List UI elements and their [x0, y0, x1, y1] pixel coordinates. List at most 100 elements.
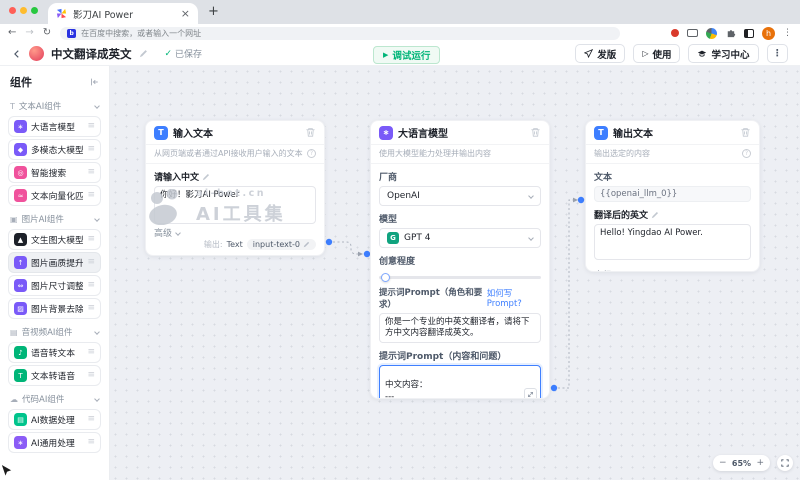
drag-handle-icon[interactable]: ≡	[87, 281, 95, 290]
zoom-in-button[interactable]: +	[756, 458, 764, 468]
sidebar-item-text-vector[interactable]: ≈ 文本向量化匹配 ≡	[8, 185, 101, 206]
sidebar-item-text2image[interactable]: ▲ 文生图大模型 ≡	[8, 229, 101, 250]
window-controls[interactable]	[9, 6, 38, 14]
prompt-help-link[interactable]: 如何写Prompt?	[487, 287, 541, 309]
drag-handle-icon[interactable]: ≡	[87, 122, 95, 131]
image-enhance-icon: ↑	[14, 256, 27, 269]
sidebar-item-llm[interactable]: ∗ 大语言模型 ≡	[8, 116, 101, 137]
new-tab-button[interactable]: +	[208, 4, 219, 19]
section-image-ai[interactable]: ▣ 图片AI组件	[0, 208, 109, 227]
minimize-window-button[interactable]	[20, 6, 27, 14]
publish-button[interactable]: 发版	[575, 44, 626, 63]
forward-icon[interactable]: →	[25, 28, 33, 38]
text-section-icon: T	[10, 101, 15, 111]
browser-tab[interactable]: 影刀AI Power ×	[48, 3, 198, 24]
back-icon[interactable]: ←	[8, 28, 16, 38]
extensions-icon[interactable]	[725, 28, 736, 39]
drag-handle-icon[interactable]: ≡	[87, 145, 95, 154]
debug-run-button[interactable]: ▶ 调试运行	[373, 46, 441, 64]
slider-thumb[interactable]	[381, 273, 390, 282]
smart-search-icon: ◎	[14, 166, 27, 179]
components-sidebar: 组件 T 文本AI组件 ∗ 大语言模型 ≡ ◆ 多模态大模型 ≡ ◎ 智能搜索 …	[0, 66, 110, 480]
prompt-content-field[interactable]: 中文内容： --- {{input_text_0}}	[379, 365, 541, 398]
edit-field-icon[interactable]	[651, 211, 659, 219]
flow-canvas[interactable]: T 输入文本 从网页端或者通过API接收用户输入的文本 ? 请输入中文 你好！影…	[110, 66, 800, 480]
drag-handle-icon[interactable]: ≡	[87, 235, 95, 244]
app-avatar	[29, 46, 44, 61]
advanced-toggle[interactable]: 高级	[154, 226, 316, 239]
sidebar-item-image-resize[interactable]: ⇔ 图片尺寸调整 ≡	[8, 275, 101, 296]
drag-handle-icon[interactable]: ≡	[87, 371, 95, 380]
llm-node-icon: ∗	[379, 125, 393, 140]
delete-node-icon[interactable]	[740, 127, 751, 138]
zoom-out-button[interactable]: −	[719, 458, 727, 468]
ai-general-icon: ∗	[14, 436, 27, 449]
expand-icon[interactable]	[524, 388, 537, 398]
drag-handle-icon[interactable]: ≡	[87, 304, 95, 313]
use-button[interactable]: ▷ 使用	[633, 44, 681, 63]
node-input-text[interactable]: T 输入文本 从网页端或者通过API接收用户输入的文本 ? 请输入中文 你好！影…	[145, 120, 325, 256]
help-icon[interactable]: ?	[742, 149, 751, 158]
advanced-toggle[interactable]: 高级	[594, 268, 751, 271]
edit-field-icon[interactable]	[202, 173, 210, 181]
collapse-sidebar-icon[interactable]	[89, 77, 99, 87]
drag-handle-icon[interactable]: ≡	[87, 438, 95, 447]
drag-handle-icon[interactable]: ≡	[87, 191, 95, 200]
back-button[interactable]	[12, 49, 22, 59]
sidebar-item-ai-data[interactable]: ▤ AI数据处理 ≡	[8, 409, 101, 430]
cast-icon[interactable]	[687, 29, 698, 37]
section-code-ai[interactable]: ☁ 代码AI组件	[0, 388, 109, 407]
address-bar[interactable]: b 在百度中搜索，或者输入一个网址	[60, 26, 621, 40]
tab-close-icon[interactable]: ×	[181, 8, 190, 19]
more-actions-button[interactable]: ⋮	[766, 44, 788, 63]
learning-center-button[interactable]: 学习中心	[688, 44, 759, 63]
drag-handle-icon[interactable]: ≡	[87, 168, 95, 177]
output-source-field[interactable]: {{openai_llm_0}}	[594, 186, 751, 202]
maximize-window-button[interactable]	[31, 6, 38, 14]
extension-badge-icon[interactable]	[706, 27, 717, 39]
sidebar-item-smart-search[interactable]: ◎ 智能搜索 ≡	[8, 162, 101, 183]
section-text-ai[interactable]: T 文本AI组件	[0, 95, 109, 114]
output-variable-pill[interactable]: input-text-0	[246, 239, 316, 250]
text2image-icon: ▲	[14, 233, 27, 246]
connector-dot-input-out[interactable]	[325, 238, 333, 246]
input-text-field[interactable]: 你好！影刀AI Power	[154, 186, 316, 224]
close-window-button[interactable]	[9, 6, 16, 14]
profile-avatar[interactable]: h	[762, 26, 775, 40]
model-select[interactable]: G GPT 4	[379, 228, 541, 248]
delete-node-icon[interactable]	[305, 127, 316, 138]
chevron-down-icon	[94, 103, 100, 109]
edit-variable-icon[interactable]	[303, 241, 310, 248]
connector-dot-output-in[interactable]	[577, 196, 585, 204]
edit-title-icon[interactable]	[139, 49, 148, 58]
reload-icon[interactable]: ↻	[43, 28, 51, 38]
node-llm[interactable]: ∗ 大语言模型 使用大模型能力处理并输出内容 厂商 OpenAI 模型 G GP…	[370, 120, 550, 399]
section-av-ai[interactable]: ▤ 音视频AI组件	[0, 321, 109, 340]
delete-node-icon[interactable]	[530, 127, 541, 138]
node-output-text[interactable]: T 输出文本 输出选定的内容 ? 文本 {{openai_llm_0}} 翻译后…	[585, 120, 760, 272]
translated-text-field[interactable]: Hello! Yingdao AI Power.	[594, 224, 751, 260]
drag-handle-icon[interactable]: ≡	[87, 258, 95, 267]
image-resize-icon: ⇔	[14, 279, 27, 292]
drag-handle-icon[interactable]: ≡	[87, 415, 95, 424]
vendor-select[interactable]: OpenAI	[379, 186, 541, 206]
help-icon[interactable]: ?	[307, 149, 316, 158]
connector-dot-llm-out[interactable]	[550, 384, 558, 392]
sidebar-item-image-enhance[interactable]: ↑ 图片画质提升 ≡	[8, 252, 101, 273]
speech2text-icon: ♪	[14, 346, 27, 359]
fit-view-button[interactable]	[777, 455, 793, 471]
sidebar-item-text2speech[interactable]: T 文本转语音 ≡	[8, 365, 101, 386]
sidebar-item-multimodal[interactable]: ◆ 多模态大模型 ≡	[8, 139, 101, 160]
sidebar-item-ai-general[interactable]: ∗ AI通用处理 ≡	[8, 432, 101, 453]
drag-handle-icon[interactable]: ≡	[87, 348, 95, 357]
graduation-cap-icon	[698, 50, 707, 57]
zoom-level: 65%	[731, 458, 752, 468]
creativity-slider[interactable]	[379, 270, 541, 284]
output-text-node-icon: T	[594, 125, 608, 140]
sidebar-item-bg-remove[interactable]: ▨ 图片背景去除 ≡	[8, 298, 101, 319]
side-panel-icon[interactable]	[744, 28, 754, 38]
input-text-node-icon: T	[154, 125, 168, 140]
sidebar-item-speech2text[interactable]: ♪ 语音转文本 ≡	[8, 342, 101, 363]
prompt-role-field[interactable]: 你是一个专业的中英文翻译者，请将下方中文内容翻译成英文。	[379, 313, 541, 343]
browser-menu-icon[interactable]: ⋮	[783, 28, 792, 38]
